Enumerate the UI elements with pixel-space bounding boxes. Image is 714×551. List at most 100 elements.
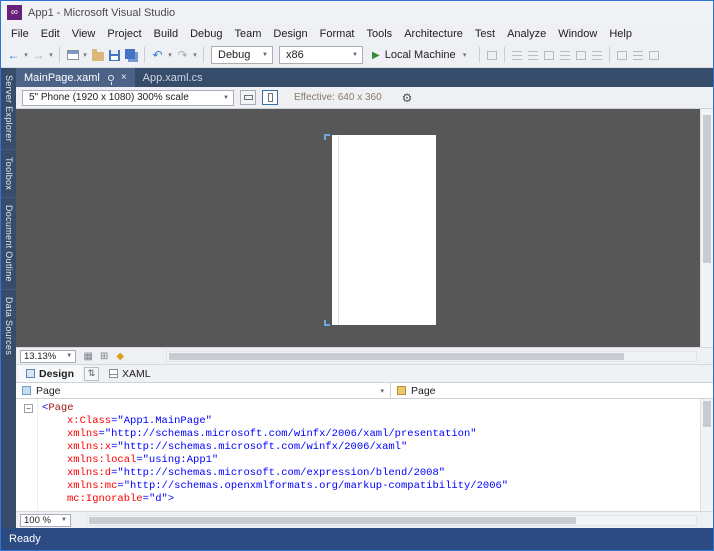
show-grid-icon[interactable]: ▦ (80, 351, 96, 362)
xaml-breadcrumb[interactable]: Page (391, 383, 713, 398)
navigate-forward-dropdown-icon[interactable]: ▾ (47, 51, 55, 59)
code-line: xmlns:d="http://schemas.microsoft.com/ex… (42, 467, 699, 480)
code-line: xmlns:local="using:App1" (42, 454, 699, 467)
solution-configuration-value: Debug (218, 49, 251, 61)
design-pane-tab[interactable]: Design (18, 365, 83, 382)
designer-horizontal-scrollbar[interactable] (166, 351, 697, 362)
code-token-name: Page (48, 402, 74, 414)
window-body: Server Explorer Toolbox Document Outline Da… (1, 68, 713, 528)
menu-item-file[interactable]: File (5, 26, 35, 42)
menu-item-build[interactable]: Build (148, 26, 184, 42)
chevron-down-icon: ▼ (223, 94, 229, 101)
code-line: xmlns:mc="http://schemas.openxmlformats.… (42, 480, 699, 493)
new-project-dropdown-icon[interactable]: ▾ (81, 51, 89, 59)
solution-configuration-combo[interactable]: Debug ▼ (211, 46, 273, 64)
play-icon: ▶ (372, 49, 380, 61)
menu-item-analyze[interactable]: Analyze (501, 26, 552, 42)
code-token-value: "d" (148, 493, 168, 505)
menu-item-design[interactable]: Design (267, 26, 313, 42)
scrollbar-thumb[interactable] (703, 401, 711, 427)
save-icon[interactable] (106, 45, 123, 65)
code-token-attr: xmlns:d (67, 467, 112, 479)
run-target-dropdown-icon[interactable]: ▾ (461, 51, 469, 59)
snaplines-icon[interactable]: ◆ (112, 351, 128, 362)
vs-window: ∞ App1 - Microsoft Visual Studio File Edi… (0, 0, 714, 551)
document-tab-mainpage-xaml[interactable]: MainPage.xaml × (16, 68, 135, 87)
code-line: xmlns="http://schemas.microsoft.com/winf… (42, 428, 699, 441)
collapse-region-button[interactable]: − (24, 404, 33, 413)
undo-dropdown-icon[interactable]: ▾ (166, 51, 174, 59)
breadcrumb-row: Page ▾ Page (16, 382, 713, 399)
menu-item-edit[interactable]: Edit (35, 26, 66, 42)
phone-canvas[interactable] (324, 134, 436, 326)
code-token-attr: x:Class (67, 415, 112, 427)
menu-item-format[interactable]: Format (314, 26, 361, 42)
menu-item-window[interactable]: Window (552, 26, 603, 42)
scrollbar-thumb[interactable] (89, 517, 577, 524)
side-tab-toolbox[interactable]: Toolbox (1, 149, 16, 197)
side-tab-document-outline[interactable]: Document Outline (1, 197, 16, 289)
designer-vertical-scrollbar[interactable] (700, 109, 713, 347)
window-title: App1 - Microsoft Visual Studio (28, 6, 176, 19)
open-file-icon[interactable] (89, 45, 106, 65)
menu-item-architecture[interactable]: Architecture (398, 26, 469, 42)
redo-dropdown-icon: ▾ (193, 52, 197, 59)
xaml-view-icon (109, 369, 119, 378)
landscape-orientation-button[interactable] (240, 90, 256, 105)
main-pane: MainPage.xaml × App.xaml.cs 5" Phone (1920… (16, 68, 713, 528)
portrait-orientation-button[interactable] (262, 90, 278, 105)
floppy-all-glyph (125, 49, 135, 59)
side-tab-server-explorer[interactable]: Server Explorer (1, 68, 16, 149)
code-line: x:Class="App1.MainPage" (42, 415, 699, 428)
title-bar[interactable]: ∞ App1 - Microsoft Visual Studio (1, 1, 713, 24)
menu-item-project[interactable]: Project (101, 26, 147, 42)
editor-zoom-combo[interactable]: 100 % ▼ (20, 513, 71, 527)
undo-icon[interactable]: ↶ (149, 45, 166, 65)
code-token-attr: xmlns:x (67, 441, 112, 453)
design-surface[interactable] (16, 109, 713, 347)
menu-bar: File Edit View Project Build Debug Team Design F… (1, 24, 713, 43)
element-icon (22, 386, 31, 395)
element-path-combo[interactable]: Page ▾ (16, 383, 391, 398)
xaml-pane-tab[interactable]: XAML (101, 365, 159, 382)
designer-zoom-bar: 13.13% ▼ ▦ ⊞ ◆ (16, 347, 713, 364)
solution-platform-combo[interactable]: x86 ▼ (279, 46, 363, 64)
device-settings-gear-icon[interactable]: ⚙ (402, 91, 413, 105)
menu-item-debug[interactable]: Debug (184, 26, 228, 42)
code-line: mc:Ignorable="d"> (42, 493, 699, 506)
navigate-back-icon[interactable]: ← (5, 45, 22, 65)
side-tab-data-sources[interactable]: Data Sources (1, 289, 16, 362)
pin-icon[interactable] (107, 74, 114, 85)
document-tabs: MainPage.xaml × App.xaml.cs (16, 68, 713, 87)
code-line: xmlns:x="http://schemas.microsoft.com/wi… (42, 441, 699, 454)
editor-horizontal-scrollbar[interactable] (86, 515, 697, 526)
snap-to-grid-icon[interactable]: ⊞ (96, 351, 112, 362)
swap-panes-button[interactable]: ⇅ (84, 366, 100, 381)
menu-item-view[interactable]: View (66, 26, 102, 42)
new-project-icon[interactable] (64, 45, 81, 65)
close-icon[interactable]: × (121, 72, 127, 83)
menu-item-test[interactable]: Test (469, 26, 501, 42)
editor-vertical-scrollbar[interactable] (700, 399, 713, 511)
start-debugging-button[interactable]: ▶ Local Machine ▾ (366, 45, 475, 65)
canvas-adorner-bottom-left (324, 320, 330, 326)
designer-zoom-combo[interactable]: 13.13% ▼ (20, 349, 77, 363)
menu-item-team[interactable]: Team (229, 26, 268, 42)
document-tab-app-xaml-cs[interactable]: App.xaml.cs (135, 68, 211, 87)
xaml-pane-label: XAML (122, 367, 151, 380)
chevron-down-icon: ▼ (262, 52, 268, 58)
navigate-forward-icon[interactable]: → (30, 45, 47, 65)
scrollbar-thumb[interactable] (169, 353, 624, 360)
device-selector-combo[interactable]: 5" Phone (1920 x 1080) 300% scale ▼ (22, 89, 234, 106)
status-text: Ready (9, 533, 41, 545)
menu-item-tools[interactable]: Tools (361, 26, 399, 42)
code-token-attr: xmlns:mc (67, 480, 118, 492)
xaml-editor[interactable]: − <Page x:Class="App1.MainPage" xmlns="htt… (16, 399, 713, 511)
save-all-icon[interactable] (123, 45, 140, 65)
standard-toolbar: ← ▾ → ▾ ▾ ↶ ▾ ↷ ▾ Debug ▼ x86 ▼ ▶ Local … (1, 43, 713, 68)
design-view-icon (26, 369, 35, 378)
scrollbar-thumb[interactable] (703, 115, 711, 263)
menu-item-help[interactable]: Help (603, 26, 638, 42)
tab-label: MainPage.xaml (24, 71, 100, 84)
navigate-back-dropdown-icon[interactable]: ▾ (22, 51, 30, 59)
